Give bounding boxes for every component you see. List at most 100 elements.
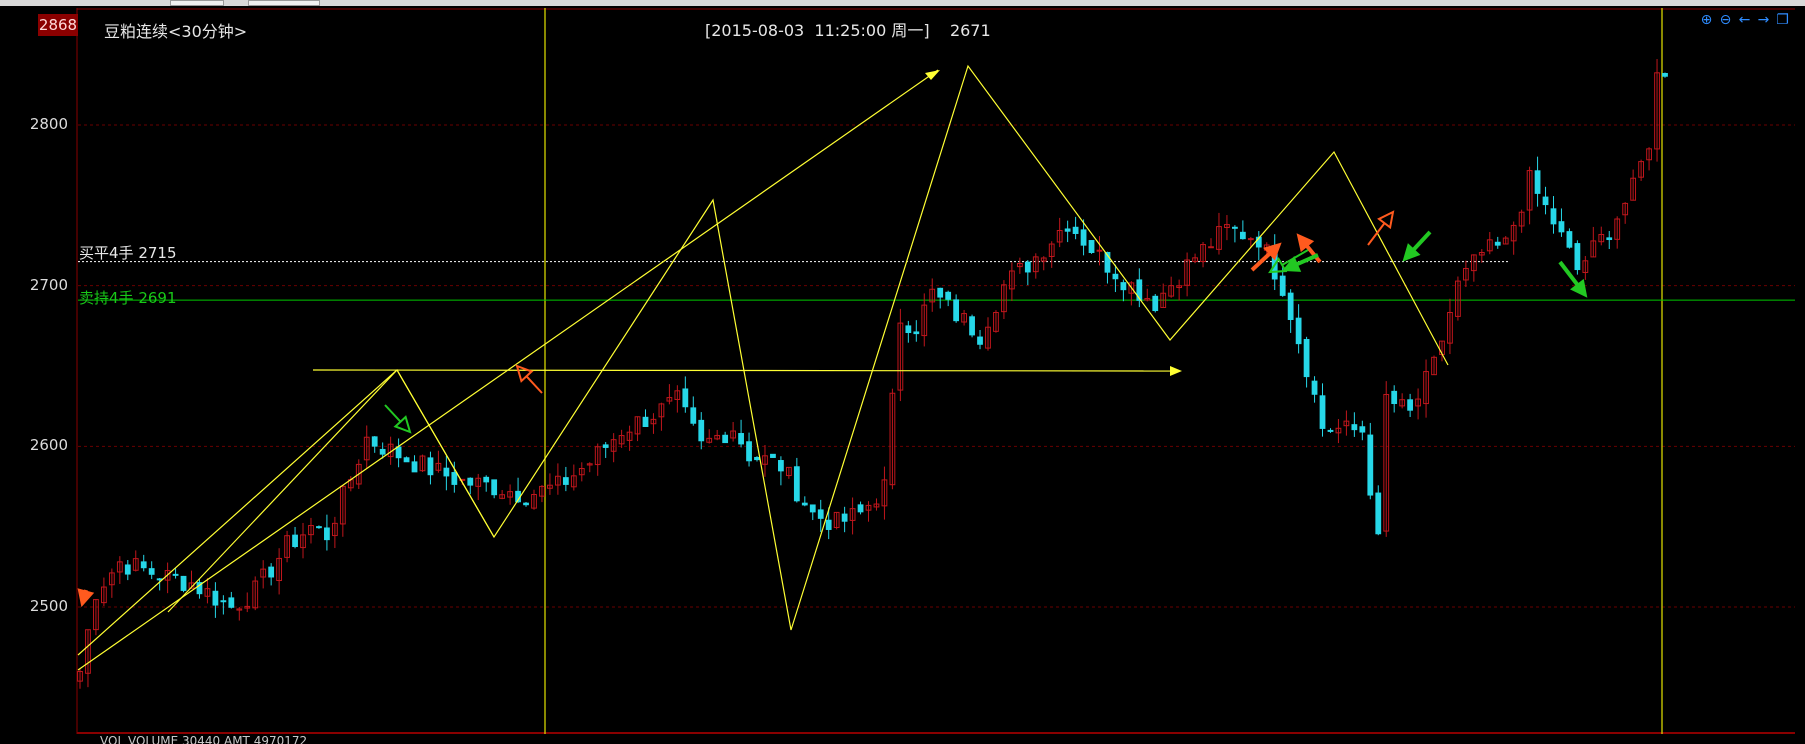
- candle-body: [371, 436, 378, 447]
- candle-body: [913, 331, 920, 335]
- candle-body: [1208, 246, 1214, 249]
- candle-body: [124, 564, 131, 575]
- candle-body: [937, 287, 944, 298]
- candle-body: [1136, 279, 1143, 301]
- candle-body: [1351, 424, 1358, 431]
- candle-body: [1120, 282, 1127, 291]
- candle-body: [1574, 243, 1581, 271]
- candle-body: [1542, 196, 1549, 206]
- candle-body: [841, 513, 848, 522]
- sell-signal-arrow-shaft: [1296, 253, 1319, 267]
- candle-body: [324, 527, 330, 541]
- candle-body: [1606, 237, 1613, 241]
- candle-body: [1494, 241, 1501, 246]
- y-tick-label: 2800: [29, 115, 68, 133]
- candle-body: [1239, 231, 1246, 240]
- candle-body: [746, 441, 752, 462]
- candle-body: [801, 502, 808, 506]
- candle-body: [945, 291, 952, 300]
- trend-arrowhead: [925, 70, 940, 80]
- candle-body: [1311, 380, 1318, 395]
- candle-body: [443, 467, 450, 477]
- candle-body: [754, 456, 760, 461]
- candle-body: [1088, 240, 1095, 253]
- arrow-right-icon[interactable]: →: [1755, 12, 1772, 29]
- arrow-left-icon[interactable]: ←: [1736, 12, 1753, 29]
- buy-close-label-text: 买平4手: [79, 243, 134, 262]
- candle-body: [1112, 273, 1119, 280]
- buy-close-label-price: 2715: [138, 243, 177, 262]
- sell-hold-label-price: 2691: [138, 289, 177, 308]
- candle-body: [403, 457, 410, 463]
- candle-body: [1232, 226, 1238, 229]
- candle-body: [451, 472, 458, 485]
- sell-hold-line-label: 卖持4手 2691: [79, 287, 177, 308]
- candle-body: [817, 509, 824, 519]
- candle-body: [770, 453, 776, 458]
- candle-body: [1407, 399, 1414, 411]
- zigzag-wave-line: [77, 64, 1449, 656]
- candle-body: [220, 600, 227, 603]
- latest-price-badge: 2868: [38, 14, 78, 36]
- candle-body: [953, 299, 960, 322]
- candle-body: [268, 566, 275, 578]
- candle-body: [969, 316, 975, 336]
- candle-body: [156, 578, 163, 581]
- sell-signal-arrow-shaft: [1412, 230, 1432, 252]
- sell-signal-arrow-shaft: [384, 404, 402, 423]
- candle-body: [1359, 426, 1366, 433]
- candle-body: [642, 416, 649, 427]
- candle-body: [1152, 295, 1159, 312]
- candle-body: [491, 479, 498, 496]
- candle-body: [809, 504, 816, 513]
- candle-body: [467, 477, 474, 486]
- candle-body: [698, 419, 705, 442]
- y-tick-label: 2700: [29, 275, 68, 294]
- candle-body: [379, 448, 386, 455]
- volume-indicator-strip: VOL VOLUME 30440 AMT 4970172: [100, 734, 308, 744]
- buy-signal-arrow-head: [1377, 210, 1395, 230]
- candlestick-chart[interactable]: [0, 0, 1805, 744]
- sell-hold-label-text: 卖持4手: [79, 289, 134, 308]
- candle-body: [738, 433, 744, 445]
- buy-signal-arrow-shaft: [525, 375, 543, 394]
- candle-body: [1566, 231, 1573, 248]
- candle-body: [722, 434, 729, 444]
- candle-body: [1327, 429, 1334, 432]
- candle-body: [1064, 228, 1071, 232]
- candle-body: [825, 519, 832, 530]
- candle-body: [562, 477, 569, 485]
- candle-body: [1662, 72, 1668, 77]
- y-tick-label: 2500: [29, 597, 68, 615]
- buy-close-line-label: 买平4手 2715: [79, 242, 177, 263]
- candle-body: [395, 446, 402, 459]
- window-restore-icon[interactable]: ❐: [1774, 12, 1791, 29]
- zoom-in-icon[interactable]: ⊕: [1698, 12, 1715, 29]
- candle-body: [1279, 275, 1286, 296]
- candle-body: [1391, 390, 1398, 405]
- candle-body: [1550, 208, 1557, 225]
- candle-body: [292, 534, 298, 548]
- zoom-out-icon[interactable]: ⊖: [1717, 12, 1734, 29]
- candle-body: [778, 460, 784, 472]
- candle-body: [228, 597, 235, 608]
- candle-body: [1375, 492, 1382, 535]
- wave-resistance-line: [396, 369, 495, 538]
- buy-signal-arrow-head: [77, 588, 95, 608]
- candle-body: [1295, 317, 1302, 345]
- candle-body: [172, 573, 179, 576]
- wave-support-line: [167, 369, 398, 613]
- candle-body: [905, 325, 912, 334]
- candle-body: [1367, 434, 1374, 496]
- candle-body: [483, 476, 490, 483]
- candle-body: [1319, 395, 1326, 429]
- neckline: [312, 369, 1176, 372]
- chart-window[interactable]: 2868 豆粕连续<30分钟> [2015-08-03 11:25:00 周一]…: [0, 0, 1805, 744]
- candle-body: [180, 575, 187, 591]
- candle-body: [1303, 338, 1310, 378]
- candle-body: [1024, 261, 1031, 273]
- candle-body: [148, 568, 155, 575]
- candle-body: [411, 461, 418, 473]
- candle-body: [1247, 238, 1254, 241]
- candle-body: [1080, 229, 1087, 246]
